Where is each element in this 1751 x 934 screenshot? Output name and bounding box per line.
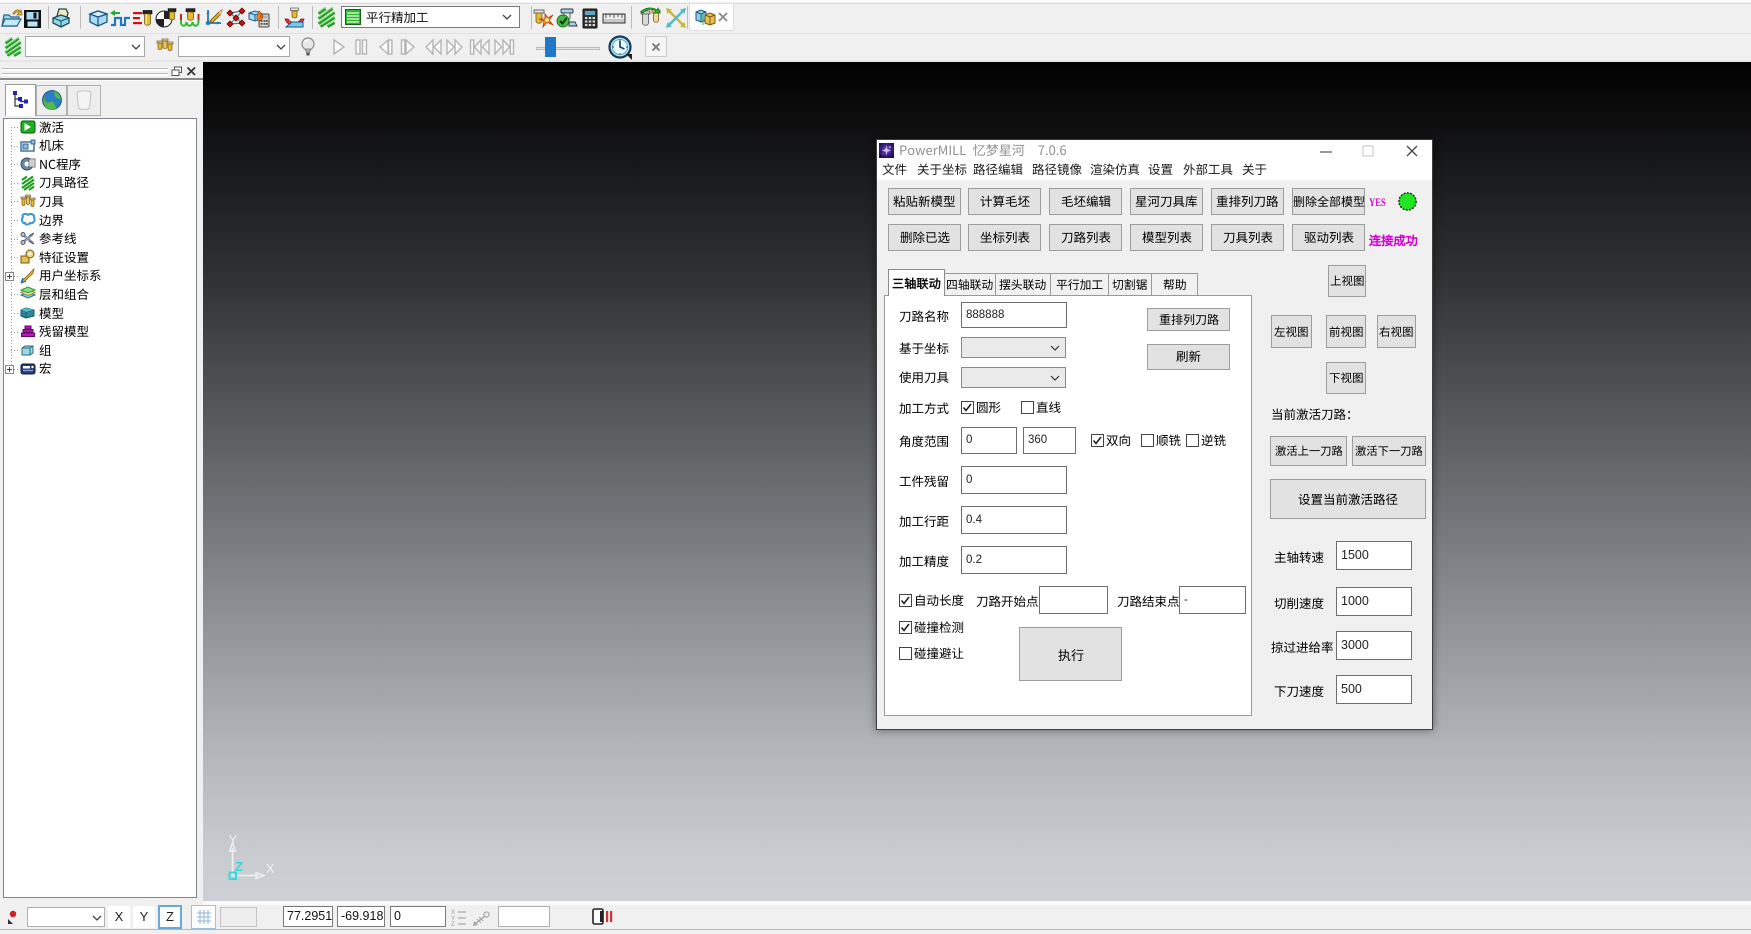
svg-text:X: X: [266, 861, 275, 876]
svg-text:Z: Z: [451, 922, 455, 926]
svg-text:Y: Y: [229, 832, 238, 847]
